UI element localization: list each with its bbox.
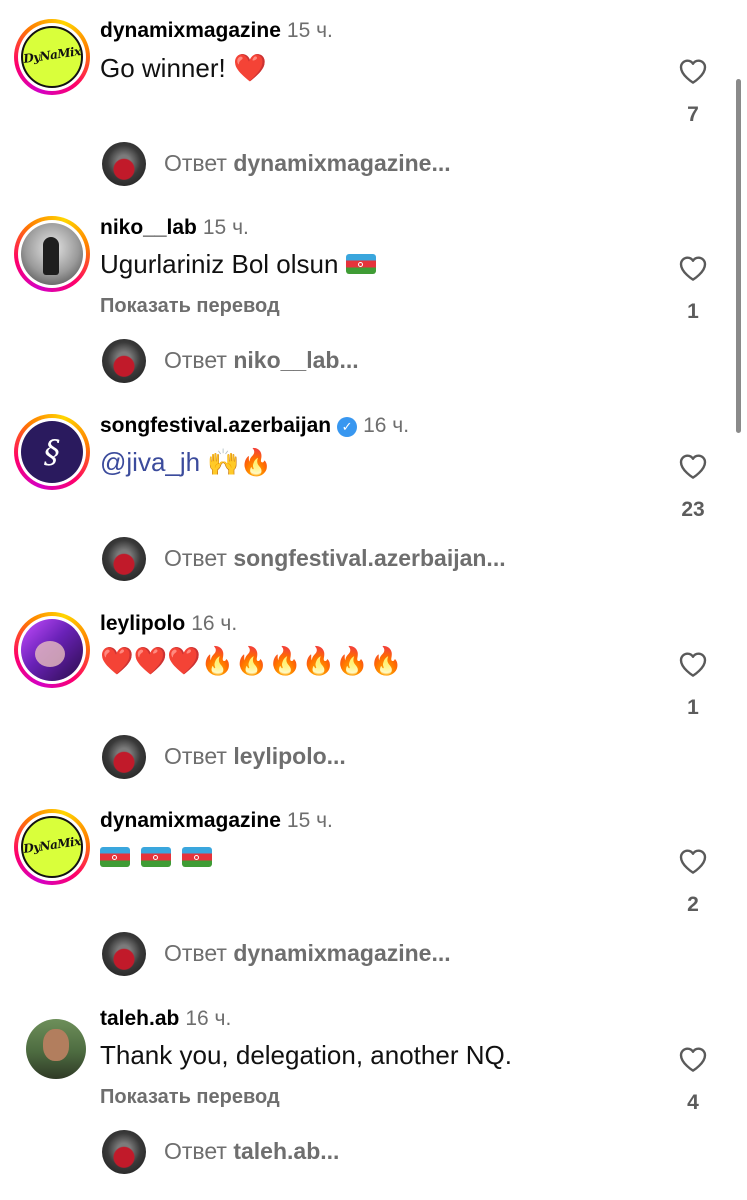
heart-outline-icon[interactable] [677,55,709,85]
comment-text: Ugurlariniz Bol olsun [100,249,380,280]
comment-item: niko__lab 15 ч. Ugurlariniz Bol olsun Пок… [0,197,747,395]
comment-text: Go winner! ❤️ [100,53,267,84]
avatar[interactable]: § [14,414,90,490]
scrollbar[interactable] [736,79,741,433]
comment-item: DyNaMix dynamixmagazine 15 ч. 2 Ответ dyn… [0,790,747,988]
reply-avatar [102,932,146,976]
reply-avatar [102,339,146,383]
heart-outline-icon[interactable] [677,252,709,282]
comment-emojis: ❤️ [232,53,267,84]
comment-emojis: ❤️❤️❤️🔥🔥🔥🔥🔥🔥 [100,646,403,677]
like-count: 1 [687,300,699,323]
comment-item: DyNaMix dynamixmagazine 15 ч. Go winner! … [0,0,747,198]
like-count: 4 [687,1091,699,1114]
reply-text: Ответ dynamixmagazine... [164,150,451,176]
comment-text: ❤️❤️❤️🔥🔥🔥🔥🔥🔥 [100,645,403,677]
comment-item: taleh.ab 16 ч. Thank you, delegation, ano… [0,988,747,1186]
reply-text: Ответ leylipolo... [164,743,346,769]
azerbaijan-flag-icon [182,847,213,867]
show-translation-link[interactable]: Показать перевод [100,295,280,318]
like-count: 1 [687,696,699,719]
reply-avatar [102,735,146,779]
azerbaijan-flag-icon [100,847,130,867]
like-count: 23 [681,498,705,521]
heart-outline-icon[interactable] [677,648,709,678]
comment-time: 15 ч. [202,216,249,239]
comment-time: 15 ч. [286,809,333,832]
avatar-logo-text: DyNaMix [22,44,82,66]
avatar[interactable]: DyNaMix [14,19,90,95]
azerbaijan-flag-icon [141,847,172,867]
reply-avatar [102,142,146,186]
reply-avatar [102,537,146,581]
comment-text: @jiva_jh 🙌🔥 [100,447,272,478]
comment-text: Thank you, delegation, another NQ. [100,1040,512,1070]
comment-username[interactable]: dynamixmagazine 15 ч. [100,809,333,833]
reply-button[interactable]: Ответ songfestival.azerbaijan... [102,537,702,581]
avatar-logo-text: DyNaMix [22,834,82,856]
reply-avatar [102,1130,146,1174]
comment-item: § songfestival.azerbaijan ✓ 16 ч. @jiva_jh… [0,395,747,593]
reply-button[interactable]: Ответ leylipolo... [102,735,702,779]
heart-outline-icon[interactable] [677,450,709,480]
like-count: 7 [687,103,699,126]
comment-username[interactable]: niko__lab 15 ч. [100,216,249,240]
comment-username[interactable]: taleh.ab 16 ч. [100,1007,231,1031]
comment-time: 15 ч. [286,19,333,42]
comment-time: 16 ч. [363,414,410,437]
reply-button[interactable]: Ответ niko__lab... [102,339,702,383]
reply-text: Ответ dynamixmagazine... [164,940,451,966]
avatar[interactable] [14,612,90,688]
comment-username[interactable]: leylipolo 16 ч. [100,612,237,636]
heart-outline-icon[interactable] [677,845,709,875]
comment-item: leylipolo 16 ч. ❤️❤️❤️🔥🔥🔥🔥🔥🔥 1 Ответ leyl… [0,593,747,791]
comment-time: 16 ч. [191,612,238,635]
azerbaijan-flag-icon [345,254,376,274]
comment-text [100,842,216,873]
avatar[interactable] [14,216,90,292]
avatar[interactable] [14,1007,90,1083]
reply-button[interactable]: Ответ taleh.ab... [102,1130,702,1174]
comment-time: 16 ч. [185,1007,232,1030]
avatar[interactable]: DyNaMix [14,809,90,885]
mention-link[interactable]: @jiva_jh [100,447,200,477]
comment-username[interactable]: songfestival.azerbaijan ✓ 16 ч. [100,414,409,438]
reply-text: Ответ niko__lab... [164,347,359,373]
reply-button[interactable]: Ответ dynamixmagazine... [102,932,702,976]
like-count: 2 [687,893,699,916]
show-translation-link[interactable]: Показать перевод [100,1086,280,1109]
comment-emojis: 🙌🔥 [207,448,273,478]
verified-badge-icon: ✓ [337,417,358,437]
comment-username[interactable]: dynamixmagazine 15 ч. [100,19,333,43]
heart-outline-icon[interactable] [677,1043,709,1073]
reply-text: Ответ songfestival.azerbaijan... [164,545,506,571]
reply-text: Ответ taleh.ab... [164,1138,340,1164]
reply-button[interactable]: Ответ dynamixmagazine... [102,142,702,186]
